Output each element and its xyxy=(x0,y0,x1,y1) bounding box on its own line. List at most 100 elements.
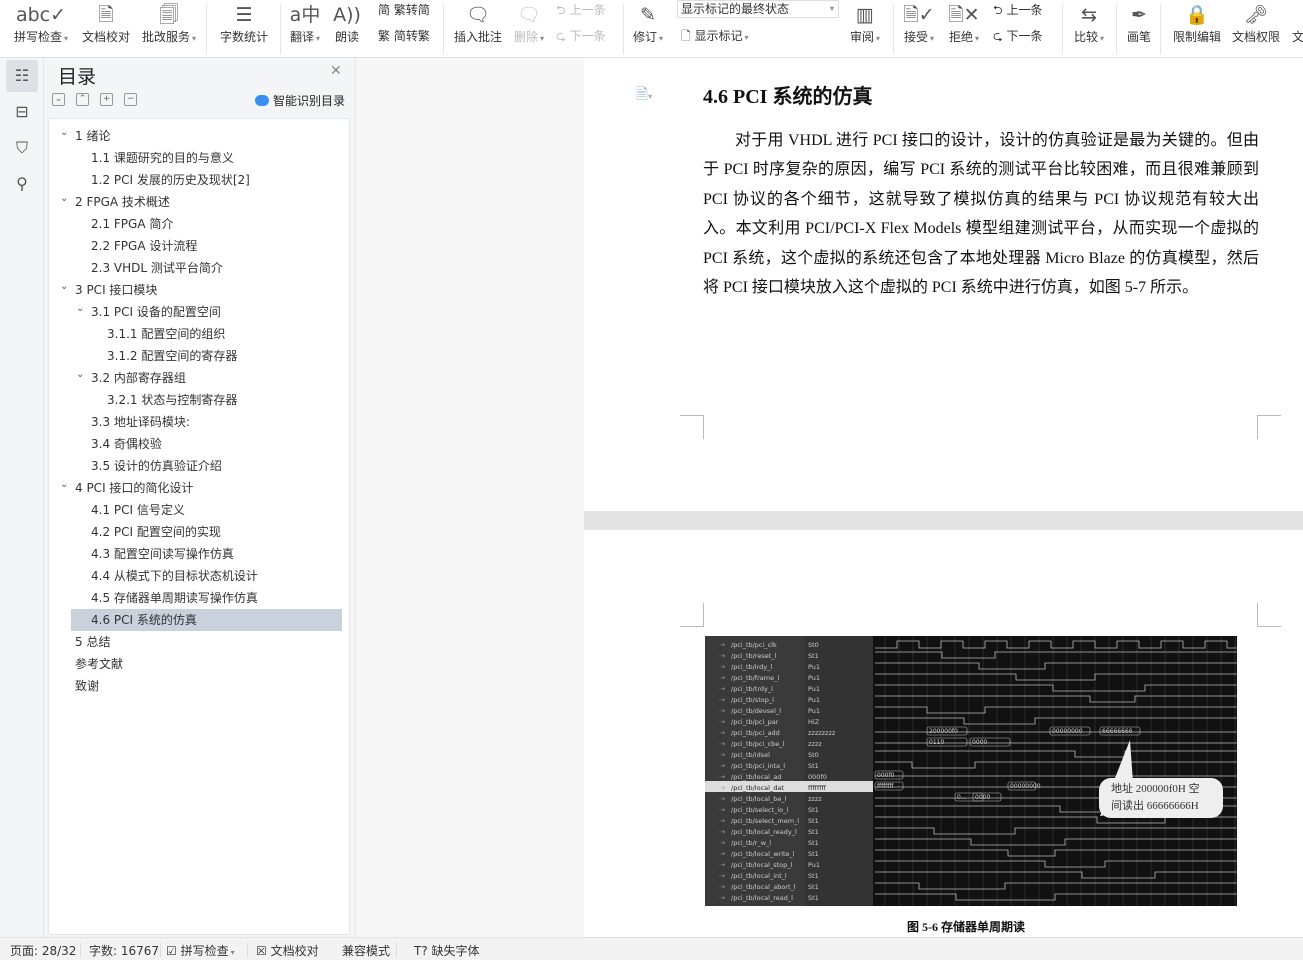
prev-icon: ⮌ xyxy=(556,3,570,17)
next-change-button[interactable]: ⮎ 下一条 xyxy=(993,27,1042,48)
bookmark-icon[interactable]: ⛉ xyxy=(6,132,38,164)
toc-item[interactable]: 5 总结 xyxy=(75,631,329,653)
toc-item[interactable]: 3.4 奇偶校验 xyxy=(91,433,329,455)
toc-item[interactable]: 3 PCI 接口模块 xyxy=(75,279,329,301)
toc-item[interactable]: 致谢 xyxy=(75,675,329,697)
word-count-button[interactable]: ☰ 字数统计 xyxy=(218,0,270,45)
signal-value: St1 xyxy=(808,806,819,814)
toc-item[interactable]: 1 绪论 xyxy=(75,125,329,147)
page-indicator[interactable]: 页面: 28/32 xyxy=(10,942,76,959)
restrict-edit-button[interactable]: 🔒 限制编辑 xyxy=(1170,0,1224,45)
signal-name: /pci_tb/pci_par xyxy=(731,718,779,726)
toc-item[interactable]: 3.5 设计的仿真验证介绍 xyxy=(91,455,329,477)
signal-name: /pci_tb/stop_l xyxy=(731,696,774,704)
toc-item[interactable]: 1.1 课题研究的目的与意义 xyxy=(91,147,329,169)
panel-title: 目录 xyxy=(58,66,97,88)
proof-icon: ☒ xyxy=(256,944,271,958)
collapse-all-icon[interactable]: − xyxy=(124,93,137,106)
signal-name: /pci_tb/local_ready_l xyxy=(731,828,797,836)
toc-item[interactable]: 4.3 配置空间读写操作仿真 xyxy=(91,543,329,565)
search-icon[interactable]: ⚲ xyxy=(6,168,38,200)
signal-arrow-icon: ⇢ xyxy=(719,839,725,847)
translate-button[interactable]: a中 翻译 ▾ xyxy=(287,0,323,45)
missing-font[interactable]: T? 缺失字体 xyxy=(414,942,480,959)
signal-name: /pci_tb/select_mem_l xyxy=(731,817,799,825)
toc-item[interactable]: 3.1.2 配置空间的寄存器 xyxy=(107,345,329,367)
status-doc-proof[interactable]: ☒ 文档校对 xyxy=(256,942,319,959)
signal-value: 000f0 xyxy=(808,773,827,781)
toc-item[interactable]: 4.2 PCI 配置空间的实现 xyxy=(91,521,329,543)
doc-permission-button[interactable]: 🗝 文档权限 xyxy=(1230,0,1282,45)
toc-item[interactable]: 4.4 从模式下的目标状态机设计 xyxy=(91,565,329,587)
bus-value: 00000000 xyxy=(1010,783,1041,790)
word-count[interactable]: 字数: 16767 xyxy=(89,942,159,959)
toc-icon[interactable]: ☷ xyxy=(6,60,38,92)
chevron-down-icon[interactable]: ⌄ xyxy=(60,127,68,138)
expand-down-icon[interactable]: ⌄ xyxy=(52,93,65,106)
toc-item[interactable]: 3.2 内部寄存器组 xyxy=(91,367,329,389)
toc-item[interactable]: 4.5 存储器单周期读写操作仿真 xyxy=(91,587,329,609)
outline-icon[interactable]: ⊟ xyxy=(6,96,38,128)
toc-item[interactable]: 3.1 PCI 设备的配置空间 xyxy=(91,301,329,323)
show-markup-button[interactable]: 🗋 显示标记 ▾ xyxy=(681,27,749,48)
chevron-down-icon[interactable]: ⌄ xyxy=(76,303,84,314)
spell-check-button[interactable]: abc✓ 拼写检查 ▾ xyxy=(10,0,72,45)
to-traditional-button[interactable]: 繁 简转繁 xyxy=(378,27,430,44)
toc-item[interactable]: 参考文献 xyxy=(75,653,329,675)
markup-mode-select[interactable]: 显示标记的最终状态 ▾ xyxy=(677,0,839,18)
delete-comment-button[interactable]: 🗨 删除 ▾ xyxy=(511,0,547,45)
prev-comment-button[interactable]: ⮌ 上一条 xyxy=(556,1,605,22)
prev-change-button[interactable]: ⮌ 上一条 xyxy=(993,1,1042,22)
expand-all-icon[interactable]: + xyxy=(100,93,113,106)
track-changes-button[interactable]: ✎ 修订 ▾ xyxy=(630,0,666,45)
read-aloud-button[interactable]: A)) 朗读 xyxy=(332,0,362,45)
toc-item[interactable]: 2 FPGA 技术概述 xyxy=(75,191,329,213)
collapse-up-icon[interactable]: ⌃ xyxy=(76,93,89,106)
word-count-icon: ☰ xyxy=(235,4,253,26)
signal-value: St1 xyxy=(808,828,819,836)
toc-item[interactable]: 3.3 地址译码模块: xyxy=(91,411,329,433)
next-comment-button[interactable]: ⮎ 下一条 xyxy=(556,27,605,48)
reject-button[interactable]: 🗎✕ 拒绝 ▾ xyxy=(945,0,983,45)
toc-item[interactable]: 4.6 PCI 系统的仿真 xyxy=(71,609,342,631)
bus-value: 0000 xyxy=(975,794,990,801)
close-icon[interactable]: ✕ xyxy=(330,63,342,79)
chevron-down-icon[interactable]: ⌄ xyxy=(60,281,68,292)
simplified-icon: 简 xyxy=(378,3,394,17)
signal-value: HiZ xyxy=(808,718,820,726)
toc-item[interactable]: 2.3 VHDL 测试平台简介 xyxy=(91,257,329,279)
signal-arrow-icon: ⇢ xyxy=(719,828,725,836)
lock-icon: 🔒 xyxy=(1185,4,1209,26)
smart-toc-button[interactable]: 智能识别目录 xyxy=(255,92,345,109)
toc-item[interactable]: 1.2 PCI 发展的历史及现状[2] xyxy=(91,169,329,191)
compare-button[interactable]: ⇆ 比较 ▾ xyxy=(1070,0,1108,45)
chevron-down-icon[interactable]: ⌄ xyxy=(76,369,84,380)
toc-item[interactable]: 2.1 FPGA 简介 xyxy=(91,213,329,235)
signal-arrow-icon: ⇢ xyxy=(719,861,725,869)
status-spell-check[interactable]: ☑ 拼写检查 ▾ xyxy=(166,942,235,959)
waveform-trace xyxy=(875,651,1237,659)
bus-value: 0000 xyxy=(972,739,987,746)
doc-proof-button[interactable]: 🗎 文档校对 xyxy=(80,0,132,45)
chevron-down-icon[interactable]: ⌄ xyxy=(60,193,68,204)
signal-name: /pci_tb/r_w_l xyxy=(731,839,771,847)
toc-item[interactable]: 3.1.1 配置空间的组织 xyxy=(107,323,329,345)
waveform-trace xyxy=(875,827,1237,835)
more-button[interactable]: 文 xyxy=(1288,0,1303,45)
review-pane-button[interactable]: ▥ 审阅 ▾ xyxy=(846,0,884,45)
toc-item[interactable]: 3.2.1 状态与控制寄存器 xyxy=(107,389,329,411)
toc-item[interactable]: 4 PCI 接口的简化设计 xyxy=(75,477,329,499)
review-service-button[interactable]: 🗐 批改服务 ▾ xyxy=(139,0,199,45)
toc-item[interactable]: 2.2 FPGA 设计流程 xyxy=(91,235,329,257)
to-simplified-button[interactable]: 简 繁转简 xyxy=(378,1,430,18)
paragraph-menu-icon[interactable]: 🗎▾ xyxy=(636,84,652,109)
waveform-figure: /pci_tb/pci_clk St0 ⇢ /pci_tb/reset_l St1 ⇢ /p… xyxy=(705,636,1237,906)
ink-button[interactable]: ✒ 画笔 xyxy=(1124,0,1154,45)
signal-name: /pci_tb/idsel xyxy=(731,751,770,759)
toc-item[interactable]: 4.1 PCI 信号定义 xyxy=(91,499,329,521)
insert-comment-button[interactable]: 🗨 插入批注 xyxy=(452,0,504,45)
chevron-down-icon[interactable]: ⌄ xyxy=(60,479,68,490)
waveform-trace xyxy=(875,684,1237,692)
accept-button[interactable]: 🗎✓ 接受 ▾ xyxy=(900,0,938,45)
body-text[interactable]: 对于用 VHDL 进行 PCI 接口的设计，设计的仿真验证是最为关键的。但由于 … xyxy=(703,126,1259,302)
